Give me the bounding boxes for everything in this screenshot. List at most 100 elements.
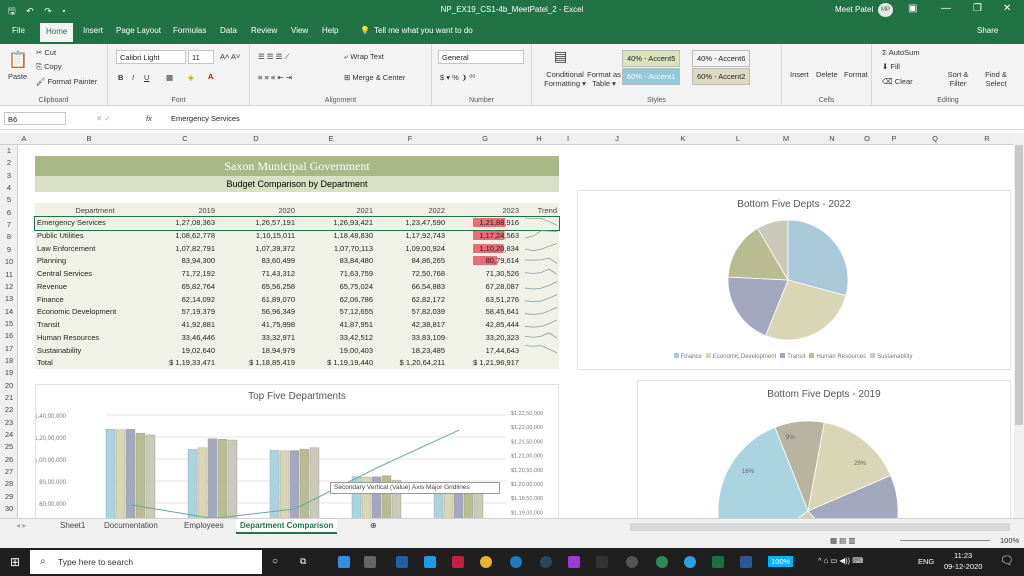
row-header[interactable]: 15 [0, 319, 18, 328]
value-cell[interactable]: 18,94,979 [247, 346, 295, 355]
column-header[interactable]: M [764, 134, 808, 143]
italic-button[interactable]: I [132, 73, 134, 82]
value-cell[interactable]: 63,51,276 [473, 295, 519, 304]
value-cell[interactable]: 1,23,47,590 [397, 218, 445, 227]
tell-me-search[interactable]: Tell me what you want to do [374, 26, 473, 35]
row-header[interactable]: 25 [0, 442, 18, 451]
row-header[interactable]: 9 [0, 245, 18, 254]
column-header[interactable]: K [654, 134, 712, 143]
value-cell[interactable]: 65,56,258 [247, 282, 295, 291]
row-header[interactable]: 21 [0, 393, 18, 402]
department-cell[interactable]: Central Services [37, 269, 157, 278]
value-cell[interactable]: 33,32,971 [247, 333, 295, 342]
row-header[interactable]: 7 [0, 220, 18, 229]
value-cell[interactable]: 41,87,951 [325, 320, 373, 329]
row-header[interactable]: 10 [0, 257, 18, 266]
tab-data[interactable]: Data [220, 26, 237, 35]
edge-icon[interactable] [510, 556, 522, 568]
row-header[interactable]: 6 [0, 208, 18, 217]
value-cell[interactable]: 84,86,265 [397, 256, 445, 265]
font-size-select[interactable]: 11 [188, 50, 214, 64]
underline-button[interactable]: U [144, 73, 149, 82]
value-cell[interactable]: 71,72,192 [167, 269, 215, 278]
chart-bottom-five-2019[interactable]: Bottom Five Depts - 2019 9% 16% 29% [637, 380, 1011, 520]
excel-icon[interactable] [712, 556, 724, 568]
format-painter-button[interactable]: 🖌 Format Painter [36, 77, 97, 86]
column-header[interactable]: J [580, 134, 654, 143]
sheet-title[interactable]: Saxon Municipal Government [35, 156, 559, 176]
value-cell[interactable]: 1,26,57,191 [247, 218, 295, 227]
value-cell[interactable]: 33,46,446 [167, 333, 215, 342]
cut-button[interactable]: ✂ Cut [36, 48, 56, 57]
tab-home[interactable]: Home [40, 23, 74, 44]
app-icon[interactable] [396, 556, 408, 568]
row-header[interactable]: 14 [0, 307, 18, 316]
value-cell[interactable]: $ 1,19,19,440 [325, 358, 373, 367]
row-header[interactable]: 22 [0, 405, 18, 414]
department-cell[interactable]: Finance [37, 295, 157, 304]
value-cell[interactable]: 62,82,172 [397, 295, 445, 304]
epic-icon[interactable] [596, 556, 608, 568]
value-cell[interactable]: 1,18,48,830 [325, 231, 373, 240]
row-header[interactable]: 3 [0, 171, 18, 180]
value-cell[interactable]: 1,27,08,363 [167, 218, 215, 227]
value-cell[interactable]: 1,17,24,563 [473, 230, 519, 240]
tab-insert[interactable]: Insert [83, 26, 103, 35]
task-view-icon[interactable]: ⧉ [300, 556, 306, 567]
number-format-icons[interactable]: $ ▾ % ❩ ⁰⁰ [440, 73, 475, 82]
app-icon[interactable] [452, 556, 464, 568]
value-cell[interactable]: 57,82,039 [397, 307, 445, 316]
column-header[interactable]: O [856, 134, 878, 143]
tab-page-layout[interactable]: Page Layout [116, 26, 161, 35]
department-cell[interactable]: Human Resources [37, 333, 157, 342]
wrap-text-button[interactable]: ⤶ Wrap Text [344, 52, 384, 62]
tab-help[interactable]: Help [322, 26, 338, 35]
windows-start-icon[interactable]: ⊞ [10, 555, 20, 569]
value-cell[interactable]: 61,89,070 [247, 295, 295, 304]
row-header[interactable]: 11 [0, 270, 18, 279]
conditional-formatting-icon[interactable]: ▤ [554, 48, 567, 65]
value-cell[interactable]: 62,14,092 [167, 295, 215, 304]
taskbar-search[interactable]: ⌕ Type here to search [30, 550, 262, 574]
value-cell[interactable]: 19,00,403 [325, 346, 373, 355]
merge-center-button[interactable]: ⊞ Merge & Center [344, 73, 405, 82]
formula-input[interactable]: Emergency Services [168, 112, 1018, 125]
find-select-button[interactable]: Find & Select [978, 70, 1014, 88]
add-sheet-icon[interactable]: ⊕ [370, 521, 377, 530]
column-header[interactable]: D [222, 134, 290, 143]
value-cell[interactable]: 57,19,379 [167, 307, 215, 316]
column-header[interactable]: C [148, 134, 222, 143]
font-grow-shrink[interactable]: A˄ A˅ [220, 52, 240, 61]
row-header[interactable]: 12 [0, 282, 18, 291]
font-color-icon[interactable]: A [208, 72, 213, 81]
autosum-button[interactable]: Σ AutoSum [882, 48, 920, 57]
row-header[interactable]: 19 [0, 368, 18, 377]
row-header[interactable]: 20 [0, 381, 18, 390]
notifications-icon[interactable]: 🗨 [1000, 554, 1014, 567]
value-cell[interactable]: 66,54,883 [397, 282, 445, 291]
delete-cells-button[interactable]: Delete [816, 70, 838, 79]
tab-file[interactable]: File [12, 26, 25, 35]
telegram-icon[interactable] [684, 556, 696, 568]
clear-button[interactable]: ⌫ Clear [882, 77, 913, 86]
column-header[interactable]: E [290, 134, 372, 143]
row-header[interactable]: 18 [0, 356, 18, 365]
app-icon[interactable] [626, 556, 638, 568]
row-header[interactable]: 16 [0, 331, 18, 340]
value-cell[interactable]: 1,10,15,011 [247, 231, 295, 240]
value-cell[interactable]: $ 1,21,96,917 [473, 358, 519, 367]
minimize-icon[interactable]: — [941, 3, 951, 14]
clock-time[interactable]: 11:23 [954, 551, 972, 560]
insert-cells-button[interactable]: Insert [790, 70, 809, 79]
sheet-tab-department-comparison[interactable]: Department Comparison [236, 519, 338, 534]
horizontal-scrollbar[interactable] [630, 523, 1010, 531]
department-cell[interactable]: Transit [37, 320, 157, 329]
borders-icon[interactable]: ▦ [166, 73, 173, 82]
value-cell[interactable]: 57,12,655 [325, 307, 373, 316]
tab-review[interactable]: Review [251, 26, 277, 35]
value-cell[interactable]: 42,38,817 [397, 320, 445, 329]
align-left-icons[interactable]: ≡ ≡ ≡ ⇤ ⇥ [258, 73, 292, 82]
bold-button[interactable]: B [118, 73, 123, 82]
value-cell[interactable]: 72,50,768 [397, 269, 445, 278]
sheet-tab-documentation[interactable]: Documentation [104, 521, 158, 530]
